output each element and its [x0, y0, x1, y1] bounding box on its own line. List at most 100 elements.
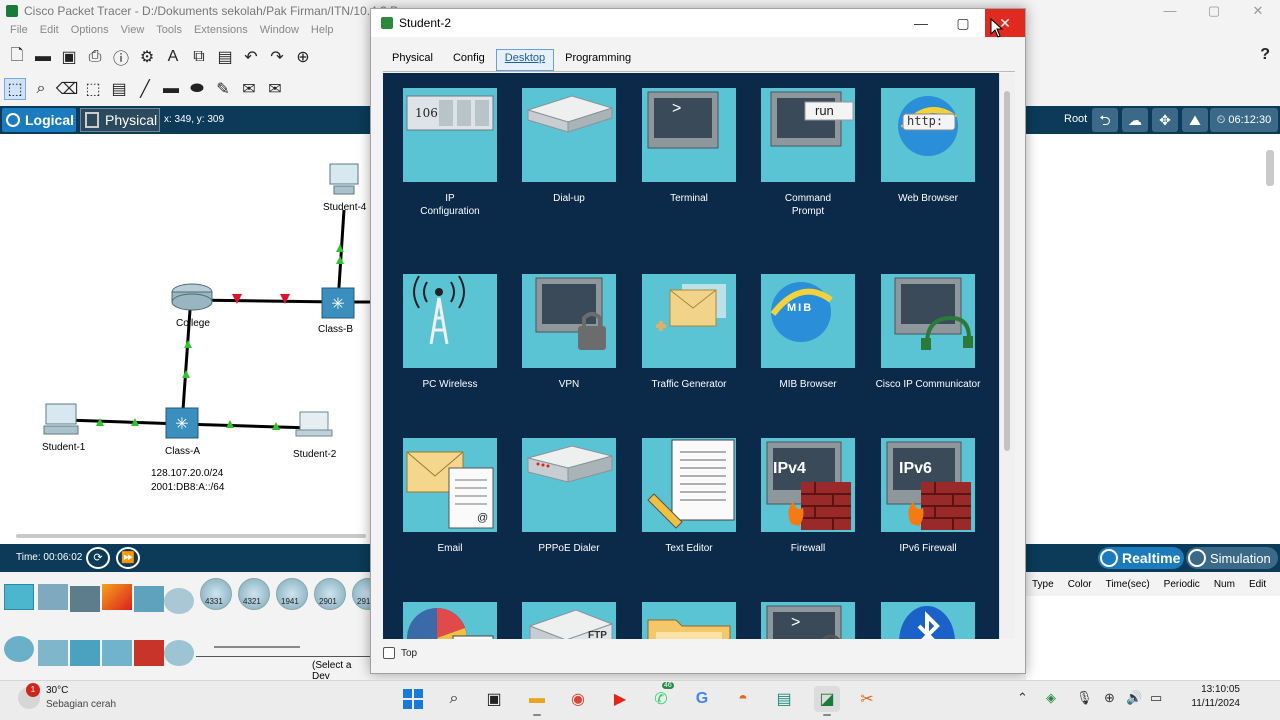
note-tool-icon[interactable]: ▤ [108, 78, 130, 100]
undo-icon[interactable]: ↶ [240, 46, 262, 68]
menu-view[interactable]: View [115, 22, 151, 40]
freeform-tool-icon[interactable]: ✎ [212, 78, 234, 100]
cluster-icon[interactable]: ☁ [1122, 108, 1148, 132]
menu-help[interactable]: Help [305, 22, 340, 40]
new-file-icon[interactable]: 🗋 [6, 46, 28, 68]
help-icon[interactable]: ? [1260, 46, 1270, 64]
switches-subcategory-icon[interactable] [38, 640, 68, 666]
tab-config[interactable]: Config [444, 49, 494, 71]
language-icon[interactable]: ⊕ [1104, 690, 1115, 706]
cloud-app-icon[interactable]: ◓ [730, 686, 756, 712]
pppoe-dialer-icon [522, 438, 616, 532]
menu-options[interactable]: Options [65, 22, 115, 40]
battery-icon[interactable]: ▭ [1150, 690, 1162, 706]
delete-tool-icon[interactable]: ⌫ [56, 78, 79, 100]
search-icon[interactable]: ⌕ [441, 686, 467, 712]
top-checkbox-row[interactable]: Top [383, 647, 417, 659]
menu-extensions[interactable]: Extensions [188, 22, 254, 40]
misc-category-icon[interactable] [134, 586, 164, 612]
workspace-vertical-scrollbar[interactable] [1266, 150, 1274, 186]
pdu-list[interactable] [1026, 596, 1280, 680]
line-tool-icon[interactable]: ╱ [134, 78, 156, 100]
select-tool-icon[interactable]: ⬚ [4, 78, 26, 100]
power-cycle-icon[interactable]: ⟳ [86, 547, 110, 569]
weather-widget[interactable]: 1 30°C Sebagian cerah [18, 683, 116, 712]
logical-workspace-right[interactable] [1026, 134, 1280, 544]
security-icon[interactable]: ◈ [1046, 690, 1056, 706]
move-icon[interactable]: ✥ [1152, 108, 1178, 132]
simple-pdu-icon[interactable]: ✉ [238, 78, 260, 100]
hubs-subcategory-icon[interactable] [70, 640, 100, 666]
menu-edit[interactable]: Edit [34, 22, 65, 40]
file-explorer-icon[interactable]: ▬ [524, 686, 550, 716]
background-image-icon[interactable]: ⛰ [1182, 108, 1208, 132]
top-checkbox[interactable] [383, 647, 395, 659]
save-icon[interactable]: ▣ [58, 46, 80, 68]
tftp-icon: FTP [522, 602, 616, 639]
task-view-icon[interactable]: ▣ [481, 686, 507, 712]
pt-minimize-button[interactable]: — [1148, 0, 1192, 22]
dialog-maximize-button[interactable]: ▢ [943, 9, 983, 37]
simulation-mode-button[interactable]: Simulation [1186, 547, 1278, 569]
connections-category-icon[interactable] [102, 584, 132, 610]
physical-icon [85, 112, 99, 128]
pt-close-button[interactable]: ✕ [1236, 0, 1280, 22]
rectangle-tool-icon[interactable]: ▬ [160, 78, 182, 100]
wan-emulation-subcategory-icon[interactable] [164, 640, 194, 666]
node-label: College [176, 318, 210, 329]
realtime-mode-button[interactable]: Realtime [1098, 547, 1184, 569]
menu-file[interactable]: File [4, 22, 34, 40]
inspect-tool-icon[interactable]: ⌕ [30, 78, 52, 100]
resize-tool-icon[interactable]: ⬚ [82, 78, 104, 100]
components-category-icon[interactable] [70, 586, 100, 612]
logical-workspace[interactable]: ✳ ✳ Student-4 College Class-B Student-1 … [0, 134, 370, 544]
wireless-subcategory-icon[interactable] [102, 640, 132, 666]
model-scrollbar[interactable] [214, 646, 300, 648]
end-devices-category-icon[interactable] [38, 584, 68, 610]
pt-maximize-button[interactable]: ▢ [1192, 0, 1236, 22]
complex-pdu-icon[interactable]: ✉ [264, 78, 286, 100]
chrome-icon[interactable]: ◉ [565, 686, 591, 712]
tab-physical[interactable]: Physical [383, 49, 442, 71]
tab-programming[interactable]: Programming [556, 49, 640, 71]
model-label: 2901 [319, 597, 337, 606]
snipping-tool-icon[interactable]: ✂ [854, 686, 880, 712]
workspace-horizontal-scrollbar[interactable] [16, 534, 366, 538]
security-subcategory-icon[interactable] [134, 640, 164, 666]
zoom-in-icon[interactable]: ⊕ [292, 46, 314, 68]
menu-window[interactable]: Window [254, 22, 305, 40]
notes-app-icon[interactable]: ▤ [771, 686, 797, 712]
desktop-scrollbar-thumb[interactable] [1004, 91, 1010, 451]
physical-tab[interactable]: Physical [80, 108, 160, 132]
volume-icon[interactable]: 🔊 [1126, 690, 1142, 706]
start-icon[interactable] [400, 686, 426, 712]
tab-desktop[interactable]: Desktop [495, 49, 555, 71]
print-icon[interactable]: ⎙ [84, 46, 106, 68]
viewport-clock[interactable]: ⏲ 06:12:30 [1210, 108, 1278, 132]
copy-icon[interactable]: ⧉ [188, 46, 210, 68]
youtube-icon[interactable]: ▶ [607, 686, 633, 712]
show-hidden-icons-chevron-icon[interactable]: ⌃ [1017, 690, 1028, 706]
desktop-scrollbar[interactable] [999, 73, 1015, 639]
paste-icon[interactable]: ▤ [214, 46, 236, 68]
network-wizard-icon[interactable]: ⚙ [136, 46, 158, 68]
info-icon[interactable]: ⓘ [110, 46, 132, 68]
logical-tab[interactable]: Logical [2, 108, 76, 132]
fast-forward-icon[interactable]: ⏩ [116, 547, 140, 569]
routers-subcategory-icon[interactable] [4, 636, 34, 662]
ellipse-tool-icon[interactable]: ⬬ [186, 78, 208, 100]
whatsapp-icon[interactable]: ✆ 46 [648, 682, 674, 712]
pdu-col-color: Color [1067, 578, 1092, 590]
open-folder-icon[interactable]: ▬ [32, 46, 54, 68]
activity-wizard-icon[interactable]: A [162, 46, 184, 68]
menu-tools[interactable]: Tools [150, 22, 188, 40]
google-icon[interactable]: G [689, 686, 715, 712]
dialog-minimize-button[interactable]: — [901, 9, 941, 37]
redo-icon[interactable]: ↷ [266, 46, 288, 68]
taskbar-clock[interactable]: 13:10:05 11/11/2024 [1176, 683, 1240, 711]
microphone-icon[interactable]: 🎙 [1076, 690, 1093, 706]
multiuser-category-icon[interactable] [164, 588, 194, 614]
back-icon[interactable]: ⮌ [1092, 108, 1118, 132]
network-devices-category-icon[interactable] [4, 584, 34, 610]
packet-tracer-taskbar-icon[interactable]: ◪ [814, 686, 840, 716]
